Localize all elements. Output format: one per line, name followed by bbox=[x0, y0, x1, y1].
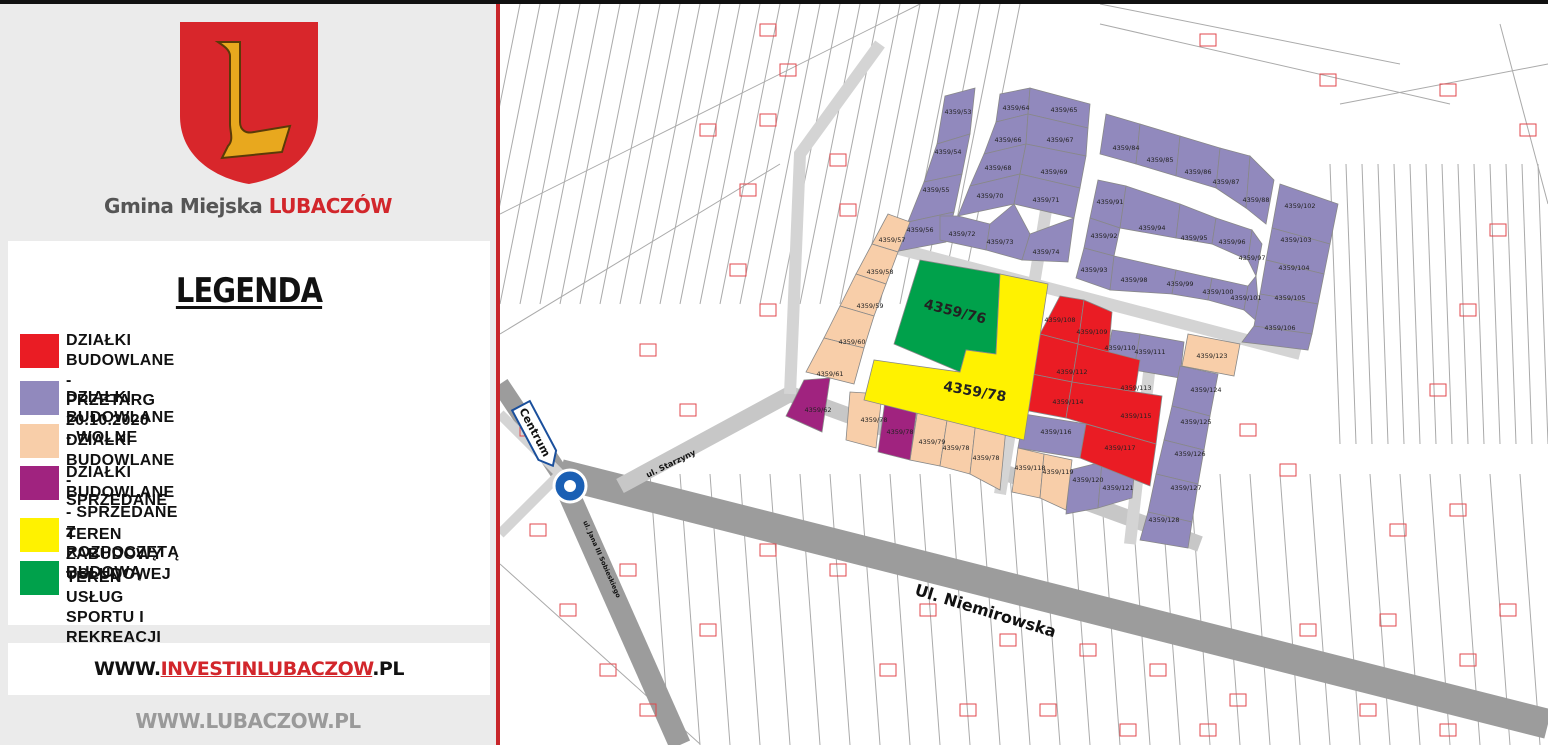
plot-label: 4359/108 bbox=[1044, 316, 1075, 324]
plot-label: 4359/70 bbox=[976, 192, 1003, 200]
plot-wolne bbox=[1109, 255, 1177, 295]
plot-label: 4359/79 bbox=[918, 438, 945, 446]
plot-label: 4359/104 bbox=[1278, 264, 1309, 272]
plot-label: 4359/124 bbox=[1190, 386, 1221, 394]
plot-label: 4359/56 bbox=[906, 226, 933, 234]
plot-label: 4359/100 bbox=[1202, 288, 1233, 296]
plot-label: 4359/78 bbox=[886, 428, 913, 436]
plot-label: 4359/88 bbox=[1242, 196, 1269, 204]
plot-label: 4359/102 bbox=[1284, 202, 1315, 210]
plot-label: 4359/93 bbox=[1080, 266, 1107, 274]
plot-label: 4359/60 bbox=[838, 338, 865, 346]
plot-label: 4359/71 bbox=[1032, 196, 1059, 204]
plot-label: 4359/123 bbox=[1196, 352, 1227, 360]
plot-map: 4359/53 4359/54 4359/55 4359/56 4359/64 4359/… bbox=[500, 4, 1548, 745]
plot-label: 4359/114 bbox=[1052, 398, 1083, 406]
legend-swatch bbox=[20, 466, 59, 500]
legend-panel: LEGENDA DZIAŁKI BUDOWLANE - PRZETARG 20.… bbox=[8, 241, 490, 646]
plot-label: 4359/69 bbox=[1040, 168, 1067, 176]
plot-label: 4359/62 bbox=[804, 406, 831, 414]
plot-label: 4359/65 bbox=[1050, 106, 1077, 114]
plot-label: 4359/92 bbox=[1090, 232, 1117, 240]
plot-label: 4359/106 bbox=[1264, 324, 1295, 332]
plot-label: 4359/54 bbox=[934, 148, 961, 156]
brand-name: Gmina Miejska LUBACZÓW bbox=[104, 194, 392, 218]
plot-label: 4359/127 bbox=[1170, 484, 1201, 492]
plot-label: 4359/95 bbox=[1180, 234, 1207, 242]
plot-label: 4359/58 bbox=[866, 268, 893, 276]
plot-label: 4359/116 bbox=[1040, 428, 1071, 436]
plot-label: 4359/78 bbox=[942, 444, 969, 452]
plot-label: 4359/105 bbox=[1274, 294, 1305, 302]
legend-swatch bbox=[20, 518, 59, 552]
plot-label: 4359/78 bbox=[860, 416, 887, 424]
plot-wolne bbox=[923, 133, 971, 183]
plot-wolne bbox=[1135, 123, 1181, 177]
plot-label: 4359/119 bbox=[1042, 468, 1073, 476]
plot-label: 4359/85 bbox=[1146, 156, 1173, 164]
plot-label: 4359/53 bbox=[944, 108, 971, 116]
city-website-link[interactable]: WWW.LUBACZOW.PL bbox=[0, 709, 496, 733]
plot-label: 4359/66 bbox=[994, 136, 1021, 144]
plot-label: 4359/117 bbox=[1104, 444, 1135, 452]
plot-label: 4359/99 bbox=[1166, 280, 1193, 288]
legend-swatch bbox=[20, 561, 59, 595]
plot-label: 4359/113 bbox=[1120, 384, 1151, 392]
plot-label: 4359/72 bbox=[948, 230, 975, 238]
plot-label: 4359/74 bbox=[1032, 248, 1059, 256]
sidebar: Gmina Miejska LUBACZÓW LEGENDA DZIAŁKI B… bbox=[0, 4, 496, 745]
plot-label: 4359/78 bbox=[972, 454, 999, 462]
plot-sprzedane bbox=[1039, 453, 1073, 511]
plot-label: 4359/57 bbox=[878, 236, 905, 244]
plot-label: 4359/111 bbox=[1134, 348, 1165, 356]
plot-label: 4359/98 bbox=[1120, 276, 1147, 284]
plot-label: 4359/110 bbox=[1104, 344, 1135, 352]
plot-label: 4359/126 bbox=[1174, 450, 1205, 458]
plot-label: 4359/121 bbox=[1102, 484, 1133, 492]
city-crest-logo bbox=[180, 22, 318, 184]
plot-label: 4359/64 bbox=[1002, 104, 1029, 112]
plot-wolne bbox=[907, 173, 963, 223]
plot-label: 4359/61 bbox=[816, 370, 843, 378]
plot-label: 4359/73 bbox=[986, 238, 1013, 246]
plot-label: 4359/125 bbox=[1180, 418, 1211, 426]
plot-label: 4359/97 bbox=[1238, 254, 1265, 262]
plot-sprzedane bbox=[1011, 447, 1045, 499]
plot-label: 4359/109 bbox=[1076, 328, 1107, 336]
legend-swatch bbox=[20, 334, 59, 368]
street-niemirowska bbox=[556, 459, 1548, 739]
plot-label: 4359/59 bbox=[856, 302, 883, 310]
plot-label: 4359/94 bbox=[1138, 224, 1165, 232]
plot-wolne bbox=[1099, 113, 1141, 165]
plot-label: 4359/118 bbox=[1014, 464, 1045, 472]
plot-label: 4359/84 bbox=[1112, 144, 1139, 152]
plot-wolne bbox=[985, 203, 1031, 261]
plot-label: 4359/68 bbox=[984, 164, 1011, 172]
legend-label: TEREN USŁUG SPORTU I REKREACJI bbox=[66, 569, 162, 646]
plot-label: 4359/103 bbox=[1280, 236, 1311, 244]
plot-label: 4359/128 bbox=[1148, 516, 1179, 524]
legend-title: LEGENDA bbox=[175, 271, 323, 311]
plot-label: 4359/87 bbox=[1212, 178, 1239, 186]
plot-label: 4359/101 bbox=[1230, 294, 1261, 302]
plot-label: 4359/55 bbox=[922, 186, 949, 194]
plot-label: 4359/96 bbox=[1218, 238, 1245, 246]
plot-label: 4359/67 bbox=[1046, 136, 1073, 144]
plot-label: 4359/86 bbox=[1184, 168, 1211, 176]
plot-label: 4359/112 bbox=[1056, 368, 1087, 376]
plot-wolne bbox=[1133, 333, 1185, 379]
plot-wolne bbox=[1245, 155, 1275, 225]
plot-label: 4359/91 bbox=[1096, 198, 1123, 206]
invest-link[interactable]: WWW.INVESTINLUBACZOW.PL bbox=[8, 658, 490, 680]
plot-label: 4359/120 bbox=[1072, 476, 1103, 484]
plot-label: 4359/115 bbox=[1120, 412, 1151, 420]
legend-swatch bbox=[20, 424, 59, 458]
invest-link-panel: WWW.INVESTINLUBACZOW.PL bbox=[8, 643, 490, 695]
legend-swatch bbox=[20, 381, 59, 415]
